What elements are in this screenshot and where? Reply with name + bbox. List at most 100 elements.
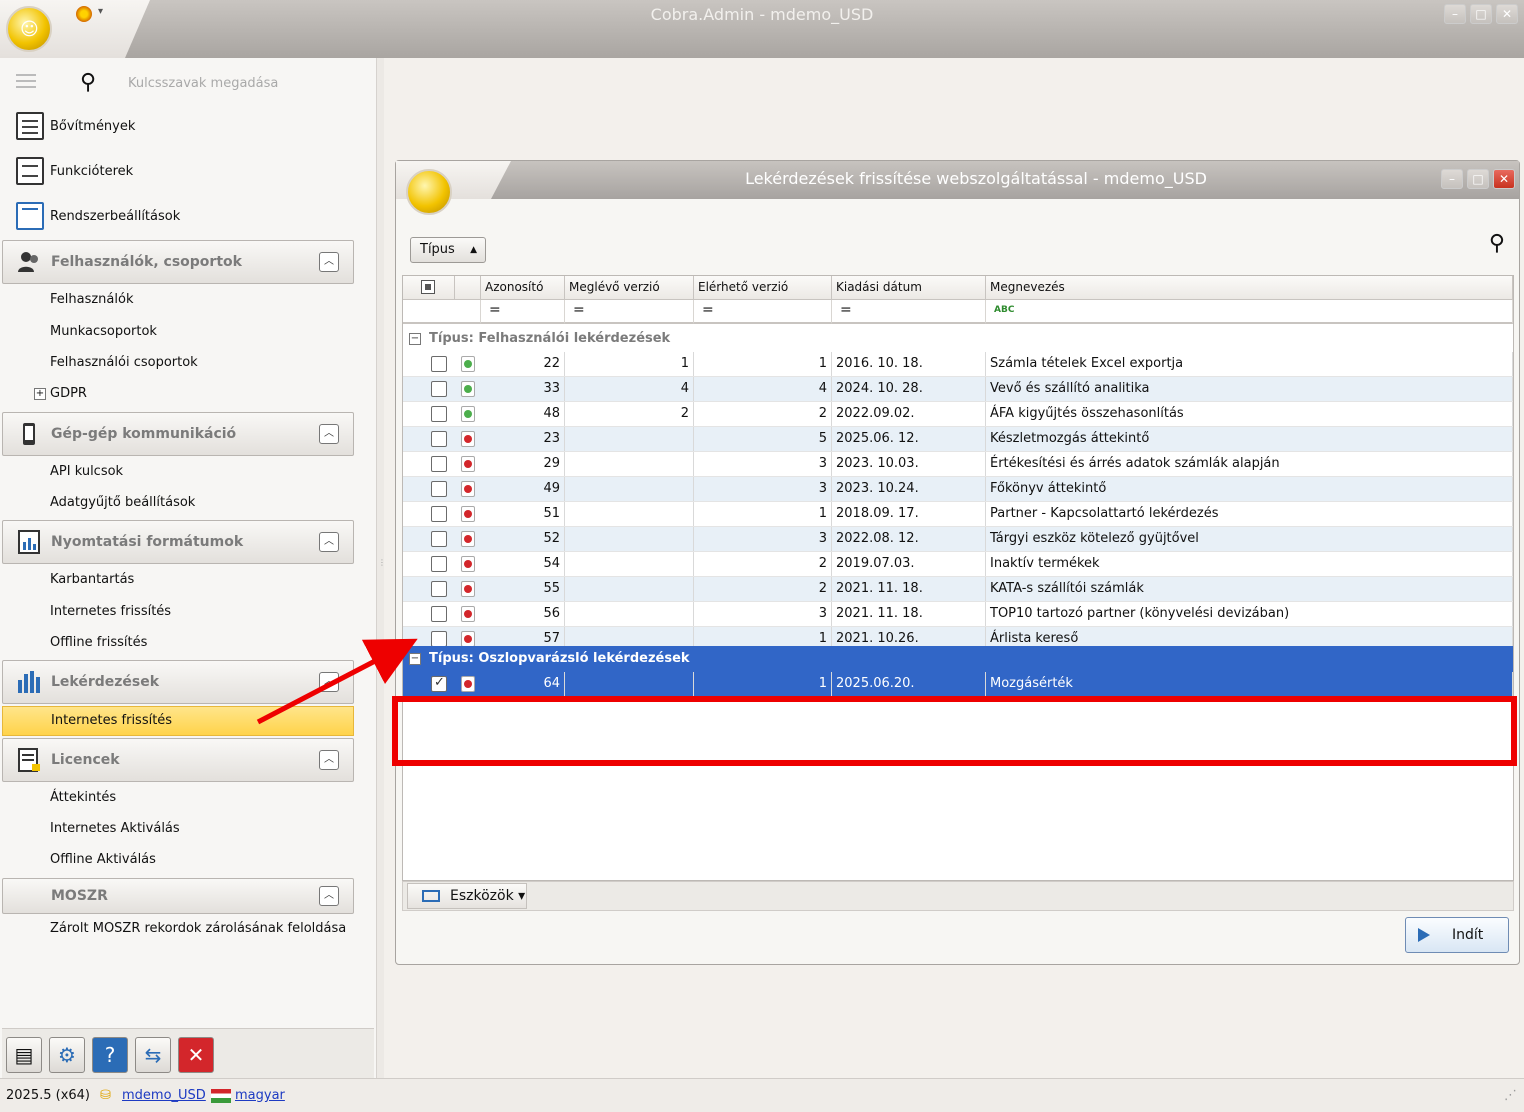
row-checkbox[interactable] [431, 431, 447, 447]
nav-item-print-offline-update[interactable]: Offline frissítés [50, 635, 147, 650]
table-row[interactable]: 22 1 1 2016. 10. 18. Számla tételek Excel ex… [403, 352, 1513, 377]
tree-view-icon[interactable]: ▤ [6, 1037, 42, 1073]
dialog-minimize-button[interactable]: – [1441, 169, 1463, 189]
nav-link-extensions[interactable]: Bővítmények [16, 110, 135, 142]
select-all-checkbox[interactable] [421, 280, 435, 294]
language-link[interactable]: magyar [235, 1088, 285, 1103]
collapse-icon[interactable]: ︿ [319, 672, 339, 692]
help-icon[interactable]: ? [92, 1037, 128, 1073]
section-users-groups[interactable]: Felhasználók, csoportok ︿ [2, 240, 354, 284]
table-row[interactable]: 49 3 2023. 10.24. Főkönyv áttekintő [403, 477, 1513, 502]
section-licenses[interactable]: Licencek ︿ [2, 738, 354, 782]
nav-link-system-settings[interactable]: Rendszerbeállítások [16, 200, 180, 232]
close-button[interactable]: ✕ [1496, 4, 1518, 24]
nav-item-print-internet-update[interactable]: Internetes frissítés [50, 604, 171, 619]
nav-item-offline-activation[interactable]: Offline Aktiválás [50, 852, 156, 867]
grid-search-icon[interactable]: ⚲ [1489, 231, 1505, 256]
resize-grip-icon[interactable]: ⋰ [1504, 1088, 1517, 1103]
table-row[interactable]: 29 3 2023. 10.03. Értékesítési és árrés ada… [403, 452, 1513, 477]
exit-icon[interactable]: ✕ [178, 1037, 214, 1073]
collapse-group-icon[interactable]: − [409, 333, 421, 345]
dialog-close-button[interactable]: ✕ [1493, 169, 1515, 189]
table-row[interactable]: 23 5 2025.06. 12. Készletmozgás áttekintő [403, 427, 1513, 452]
outdated-icon [461, 481, 475, 497]
row-checkbox[interactable] [431, 531, 447, 547]
collapse-icon[interactable]: ︿ [319, 750, 339, 770]
table-row[interactable]: 54 2 2019.07.03. Inaktív termékek [403, 552, 1513, 577]
table-row[interactable]: 64 12025.06.20.Mozgásérték [403, 672, 1513, 697]
filter-release-date[interactable]: = [832, 300, 986, 324]
tools-dropdown-button[interactable]: Eszközök ▾ [407, 883, 527, 909]
group-header[interactable]: − Típus: Oszlopvarázsló lekérdezések [403, 646, 1513, 672]
row-checkbox[interactable] [431, 631, 447, 647]
database-icon: ⛁ [100, 1088, 111, 1103]
table-row[interactable]: 48 2 2 2022.09.02. ÁFA kigyűjtés összehasonl… [403, 402, 1513, 427]
nav-item-collector-settings[interactable]: Adatgyűjtő beállítások [50, 495, 195, 510]
nav-item-overview[interactable]: Áttekintés [50, 790, 116, 805]
nav-item-moszr-unlock[interactable]: Zárolt MOSZR rekordok zárolásának felold… [50, 921, 346, 936]
filter-existing-version[interactable]: = [565, 300, 694, 324]
column-header-name[interactable]: Megnevezés [986, 276, 1513, 300]
group-header[interactable]: − Típus: Felhasználói lekérdezések [403, 326, 1513, 352]
filter-available-version[interactable]: = [694, 300, 832, 324]
section-print-formats[interactable]: Nyomtatási formátumok ︿ [2, 520, 354, 564]
cell-release-date: 2021. 11. 18. [832, 577, 986, 601]
collapse-icon[interactable]: ︿ [319, 532, 339, 552]
nav-item-gdpr[interactable]: GDPR [50, 386, 87, 401]
run-button[interactable]: Indít [1405, 917, 1509, 953]
table-row[interactable]: 51 1 2018.09. 17. Partner - Kapcsolattartó … [403, 502, 1513, 527]
splitter[interactable]: ⋮ [376, 58, 386, 1078]
section-moszr[interactable]: MOSZR ︿ [2, 878, 354, 914]
collapse-group-icon[interactable]: − [409, 653, 421, 665]
cell-id: 56 [481, 602, 565, 626]
filter-id[interactable]: = [481, 300, 565, 324]
collapse-icon[interactable]: ︿ [319, 252, 339, 272]
column-header-id[interactable]: Azonosító [481, 276, 565, 300]
cell-release-date: 2022.08. 12. [832, 527, 986, 551]
nav-item-queries-internet-update[interactable]: Internetes frissítés [2, 706, 354, 736]
cell-release-date: 2018.09. 17. [832, 502, 986, 526]
row-checkbox[interactable] [431, 356, 447, 372]
row-checkbox[interactable] [431, 506, 447, 522]
search-input[interactable]: Kulcsszavak megadása [128, 76, 278, 91]
select-all-header[interactable] [403, 276, 455, 300]
nav-item-internet-activation[interactable]: Internetes Aktiválás [50, 821, 180, 836]
expand-icon[interactable]: + [34, 388, 46, 400]
group-by-chip[interactable]: Típus ▲ [410, 237, 486, 263]
row-checkbox[interactable] [431, 581, 447, 597]
row-checkbox[interactable] [431, 381, 447, 397]
search-icon[interactable]: ⚲ [80, 70, 96, 95]
gear-icon[interactable]: ⚙ [49, 1037, 85, 1073]
menu-icon[interactable] [16, 74, 36, 92]
dialog-maximize-button[interactable]: □ [1467, 169, 1489, 189]
nav-item-api-keys[interactable]: API kulcsok [50, 464, 123, 479]
nav-item-user-groups[interactable]: Felhasználói csoportok [50, 355, 198, 370]
table-row[interactable]: 56 3 2021. 11. 18. TOP10 tartozó partner (k… [403, 602, 1513, 627]
row-checkbox[interactable] [431, 675, 447, 692]
table-row[interactable]: 52 3 2022.08. 12. Tárgyi eszköz kötelező gy… [403, 527, 1513, 552]
filter-name[interactable]: ABC [986, 300, 1513, 324]
outdated-icon [461, 631, 475, 647]
column-header-existing-version[interactable]: Meglévő verzió [565, 276, 694, 300]
column-header-release-date[interactable]: Kiadási dátum [832, 276, 986, 300]
nav-item-maintenance[interactable]: Karbantartás [50, 572, 134, 587]
collapse-icon[interactable]: ︿ [319, 424, 339, 444]
column-header-available-version[interactable]: Elérhető verzió [694, 276, 832, 300]
remote-support-icon[interactable]: ⇆ [135, 1037, 171, 1073]
nav-item-users[interactable]: Felhasználók [50, 292, 133, 307]
nav-link-function-spaces[interactable]: Funkcióterek [16, 155, 133, 187]
nav-item-workgroups[interactable]: Munkacsoportok [50, 324, 157, 339]
row-checkbox[interactable] [431, 406, 447, 422]
row-checkbox[interactable] [431, 606, 447, 622]
row-checkbox[interactable] [431, 556, 447, 572]
database-link[interactable]: mdemo_USD [122, 1088, 206, 1103]
section-queries[interactable]: Lekérdezések ︿ [2, 660, 354, 704]
table-row[interactable]: 55 2 2021. 11. 18. KATA-s szállítói számlák [403, 577, 1513, 602]
collapse-icon[interactable]: ︿ [319, 886, 339, 906]
maximize-button[interactable]: □ [1470, 4, 1492, 24]
row-checkbox[interactable] [431, 481, 447, 497]
minimize-button[interactable]: – [1444, 4, 1466, 24]
row-checkbox[interactable] [431, 456, 447, 472]
section-m2m[interactable]: Gép-gép kommunikáció ︿ [2, 412, 354, 456]
table-row[interactable]: 33 4 4 2024. 10. 28. Vevő és szállító analit… [403, 377, 1513, 402]
